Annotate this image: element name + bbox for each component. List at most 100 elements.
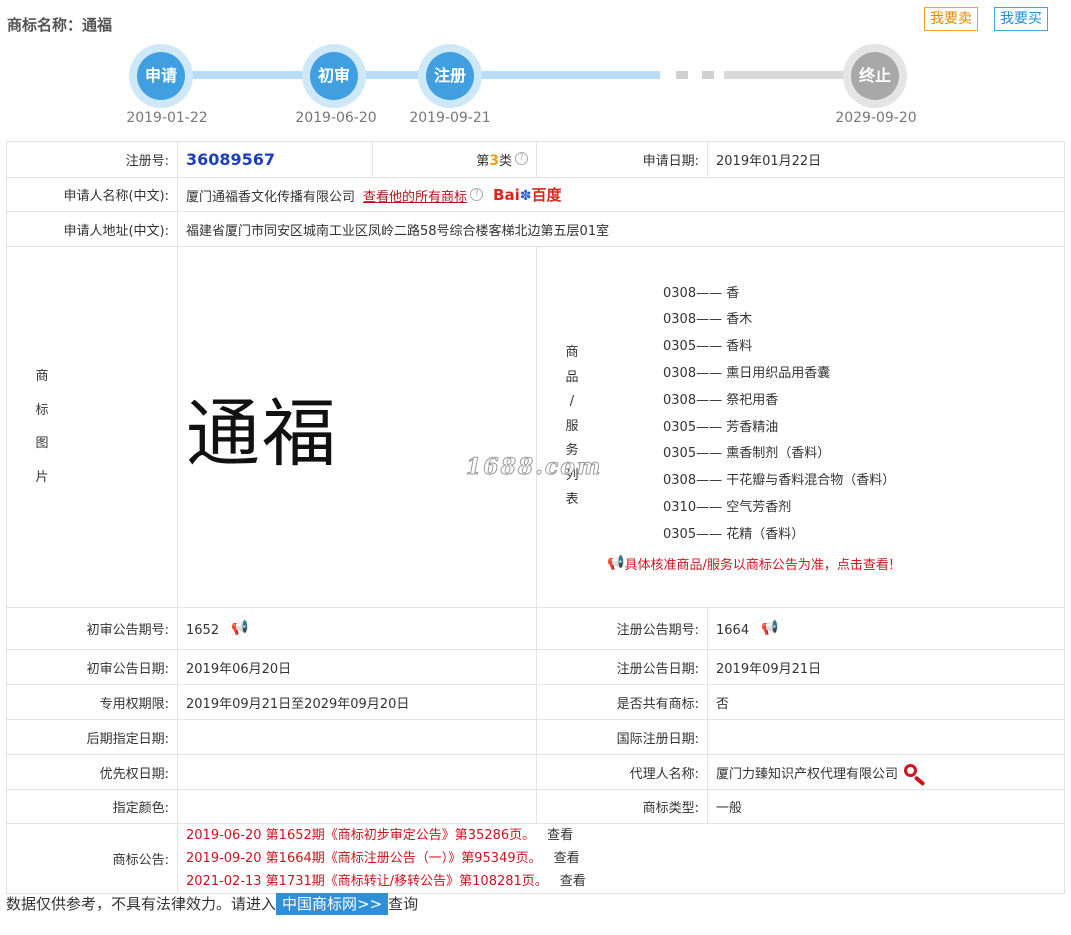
label-char: 表: [565, 492, 579, 508]
announcement-item: 2019-09-20 第1664期《商标注册公告（一）》第95349页。 查看: [186, 847, 1056, 870]
footer-text: 数据仅供参考，不具有法律效力。请进入: [6, 895, 277, 913]
priority-label: 优先权日期:: [6, 754, 178, 790]
megaphone-icon[interactable]: 📢: [761, 620, 778, 636]
goods-notice-text: 具体核准商品/服务以商标公告为准，点击查看!: [624, 558, 895, 574]
baidu-logo[interactable]: Bai✽百度: [493, 184, 561, 205]
agent-cell: 厦门力臻知识产权代理有限公司: [707, 754, 1065, 790]
color-value: [177, 789, 537, 824]
label-char: 片: [35, 469, 49, 485]
address-label: 申请人地址(中文):: [6, 211, 178, 247]
baidu-text: Bai: [493, 186, 520, 204]
view-link[interactable]: 查看: [554, 851, 580, 866]
sell-button[interactable]: 我要卖: [924, 7, 978, 31]
list-item: 0308—— 香: [663, 285, 740, 301]
reg-pub-date-label: 注册公告日期:: [536, 649, 708, 685]
baidu-text-cn: 百度: [531, 186, 562, 204]
table-row: 申请人名称(中文): 厦门通福香文化传播有限公司 查看他的所有商标? Bai✽百度: [6, 177, 1065, 212]
image-label: 商 标 图 片: [7, 360, 77, 494]
table-row: 后期指定日期: 国际注册日期:: [6, 719, 1065, 755]
reg-pub-no-label: 注册公告期号:: [536, 607, 708, 650]
table-row: 指定颜色: 商标类型: 一般: [6, 789, 1065, 824]
step-date: 2019-06-20: [295, 110, 377, 126]
list-item: 0308—— 熏日用织品用香囊: [663, 365, 831, 381]
agent-name: 厦门力臻知识产权代理有限公司: [716, 766, 899, 782]
applicant-label: 申请人名称(中文):: [6, 177, 178, 212]
table-row: 商标公告: 2019-06-20 第1652期《商标初步审定公告》第35286页…: [6, 823, 1065, 894]
announcement-item: 2021-02-13 第1731期《商标转让/移转公告》第108281页。 查看: [186, 870, 1056, 893]
applicant-name: 厦门通福香文化传播有限公司: [186, 190, 356, 205]
address: 福建省厦门市同安区城南工业区凤岭二路58号综合楼客梯北边第五层01室: [177, 211, 1065, 247]
label-char: 标: [35, 402, 49, 418]
step-date: 2029-09-20: [835, 110, 917, 126]
label-char: /: [569, 394, 575, 410]
apply-date-label: 申请日期:: [536, 141, 708, 178]
watermark: 1688.com: [465, 454, 603, 481]
reg-pub-no-cell: 1664 📢: [707, 607, 1065, 650]
buy-button[interactable]: 我要买: [994, 7, 1048, 31]
view-link[interactable]: 查看: [547, 828, 573, 843]
announcement-text: 2021-02-13 第1731期《商标转让/移转公告》第108281页。: [186, 874, 548, 889]
announcement-text: 2019-06-20 第1652期《商标初步审定公告》第35286页。: [186, 828, 536, 843]
step-date: 2019-09-21: [409, 110, 491, 126]
later-date: [177, 719, 537, 755]
help-icon[interactable]: ?: [470, 188, 484, 201]
list-item: 0308—— 祭祀用香: [663, 392, 779, 408]
prelim-date-label: 初审公告日期:: [6, 649, 178, 685]
announcement-label: 商标公告:: [6, 823, 178, 894]
paw-icon: ✽: [519, 188, 532, 204]
shared-label: 是否共有商标:: [536, 684, 708, 720]
goods-cell: 商 品 / 服 务 列 表 0308—— 香 0308—— 香木 0305—— …: [536, 246, 1065, 608]
intl-date-label: 国际注册日期:: [536, 719, 708, 755]
shared-value: 否: [707, 684, 1065, 720]
priority-date: [177, 754, 537, 790]
label-char: 商: [35, 369, 49, 384]
step-apply: 申请: [129, 44, 193, 108]
goods-wrapper: 商 品 / 服 务 列 表 0308—— 香 0308—— 香木 0305—— …: [537, 281, 1064, 574]
exclusive-period: 2019年09月21日至2029年09月20日: [177, 684, 537, 720]
all-marks-link[interactable]: 查看他的所有商标: [363, 190, 467, 205]
label-char: 服: [565, 418, 579, 434]
image-label-cell: 商 标 图 片: [6, 246, 178, 608]
step-label: 终止: [851, 52, 899, 100]
list-item: 0308—— 香木: [663, 312, 753, 328]
mark-image-cell: 通福: [177, 246, 537, 608]
reg-no-cell: 36089567: [177, 141, 373, 178]
view-link[interactable]: 查看: [560, 874, 586, 889]
label-char: 图: [35, 436, 49, 451]
step-label: 申请: [137, 52, 185, 100]
table-row: 专用权期限: 2019年09月21日至2029年09月20日 是否共有商标: 否: [6, 684, 1065, 720]
reg-pub-no: 1664: [716, 622, 750, 638]
class-prefix: 第: [476, 154, 490, 169]
megaphone-icon: 📢: [607, 555, 625, 572]
list-item: 0305—— 花精（香料）: [663, 526, 805, 542]
list-item: 0305—— 香料: [663, 339, 753, 355]
table-row: 商 标 图 片 通福 商 品 / 服 务 列 表 0308—— 香 0308——…: [6, 246, 1065, 608]
reg-no: 36089567: [186, 150, 276, 169]
type-value: 一般: [707, 789, 1065, 824]
progress-dash: [676, 71, 688, 79]
step-register: 注册: [418, 44, 482, 108]
site-link[interactable]: 中国商标网>>: [276, 893, 389, 915]
trademark-info-table: 注册号: 36089567 第3类? 申请日期: 2019年01月22日 申请人…: [6, 141, 1065, 894]
table-row: 初审公告日期: 2019年06月20日 注册公告日期: 2019年09月21日: [6, 649, 1065, 685]
step-label: 初审: [310, 52, 358, 100]
step-date: 2019-01-22: [126, 110, 208, 126]
goods-label: 商 品 / 服 务 列 表: [537, 341, 607, 513]
label-char: 商: [565, 345, 579, 361]
reg-no-label: 注册号:: [6, 141, 178, 178]
footer-text-after: 查询: [388, 895, 419, 913]
table-row: 注册号: 36089567 第3类? 申请日期: 2019年01月22日: [6, 141, 1065, 178]
table-row: 初审公告期号: 1652 📢 注册公告期号: 1664 📢: [6, 607, 1065, 650]
page-title: 商标名称：通福: [7, 16, 113, 34]
table-row: 申请人地址(中文): 福建省厦门市同安区城南工业区凤岭二路58号综合楼客梯北边第…: [6, 211, 1065, 247]
prelim-no-cell: 1652 📢: [177, 607, 537, 650]
help-icon[interactable]: ?: [515, 152, 528, 165]
step-terminate: 终止: [843, 44, 907, 108]
search-icon[interactable]: [904, 763, 930, 786]
goods-notice-link[interactable]: 📢具体核准商品/服务以商标公告为准，点击查看!: [607, 554, 1064, 573]
goods-list: 0308—— 香 0308—— 香木 0305—— 香料 0308—— 熏日用织…: [663, 281, 1064, 549]
announcement-list: 2019-06-20 第1652期《商标初步审定公告》第35286页。 查看 20…: [177, 823, 1065, 894]
megaphone-icon[interactable]: 📢: [231, 620, 248, 636]
list-item: 0310—— 空气芳香剂: [663, 499, 792, 515]
footer: 数据仅供参考，不具有法律效力。请进入 中国商标网>> 查询: [6, 893, 418, 915]
